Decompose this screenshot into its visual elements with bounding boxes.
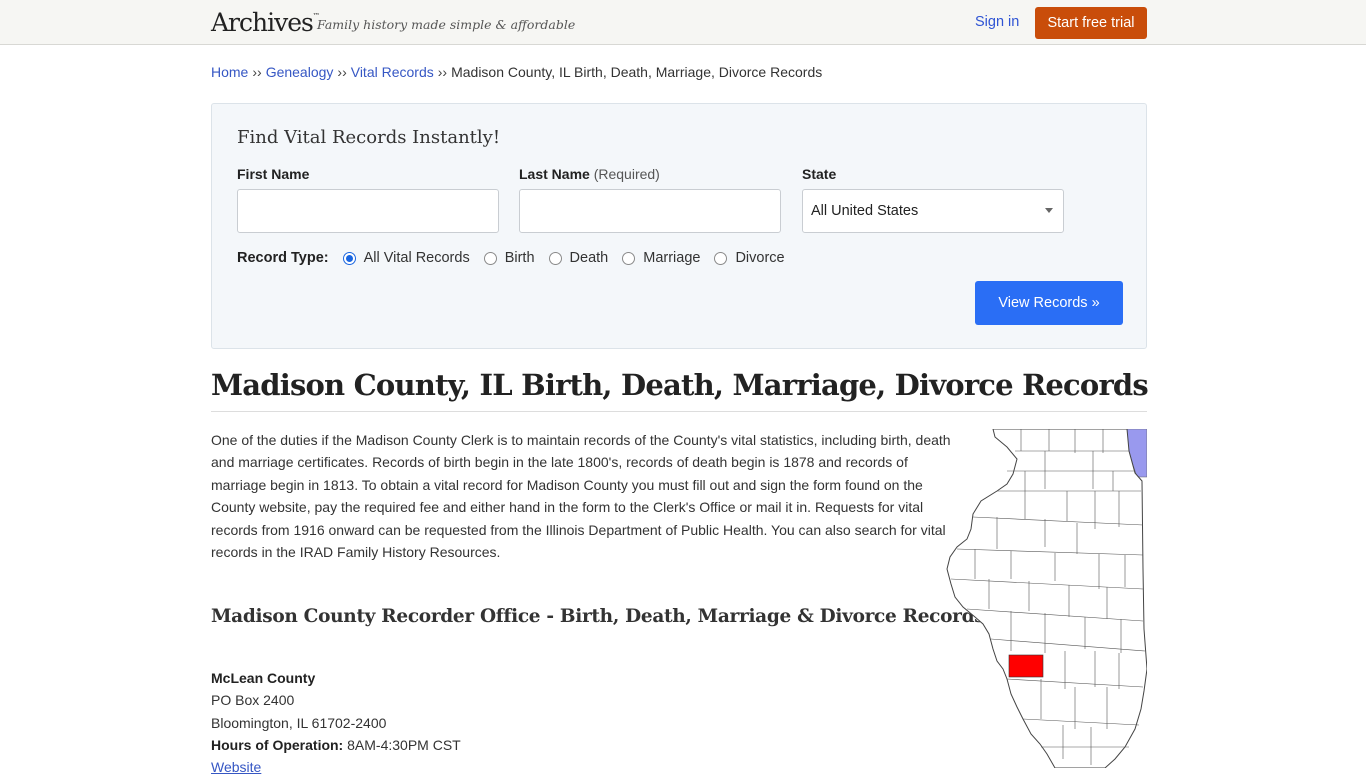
sign-in-link[interactable]: Sign in bbox=[975, 14, 1019, 30]
chevron-down-icon bbox=[1045, 208, 1053, 213]
madison-county-highlight bbox=[1008, 654, 1044, 678]
radio-label: Marriage bbox=[643, 250, 701, 266]
radio-birth[interactable]: Birth bbox=[483, 250, 535, 266]
site-tagline: Family history made simple & affordable bbox=[317, 17, 576, 32]
breadcrumb-home[interactable]: Home bbox=[211, 64, 248, 80]
record-type-group: Record Type: All Vital Records Birth Dea… bbox=[237, 250, 799, 266]
office-address-line1: PO Box 2400 bbox=[211, 692, 295, 709]
breadcrumb-separator: ›› bbox=[437, 64, 448, 80]
radio-label: Death bbox=[569, 250, 609, 266]
intro-paragraph: One of the duties if the Madison County … bbox=[211, 432, 951, 561]
state-selected-value: All United States bbox=[811, 203, 919, 219]
radio-unchecked-icon[interactable] bbox=[714, 251, 728, 265]
radio-label: Birth bbox=[504, 250, 535, 266]
breadcrumb-current: Madison County, IL Birth, Death, Marriag… bbox=[451, 64, 823, 80]
office-name: McLean County bbox=[211, 670, 316, 686]
illinois-county-map bbox=[946, 429, 1147, 768]
page-title: Madison County, IL Birth, Death, Marriag… bbox=[211, 368, 1149, 402]
radio-death[interactable]: Death bbox=[548, 250, 609, 266]
radio-unchecked-icon[interactable] bbox=[548, 251, 562, 265]
last-name-label-text: Last Name bbox=[519, 166, 590, 182]
view-records-button[interactable]: View Records » bbox=[975, 281, 1123, 325]
search-panel: Find Vital Records Instantly! First Name… bbox=[211, 103, 1147, 349]
radio-unchecked-icon[interactable] bbox=[483, 251, 497, 265]
office-hours: Hours of Operation: 8AM-4:30PM CST bbox=[211, 734, 461, 756]
office-address-line2: Bloomington, IL 61702-2400 bbox=[211, 714, 387, 731]
search-title: Find Vital Records Instantly! bbox=[237, 127, 501, 148]
office-heading: Madison County Recorder Office - Birth, … bbox=[211, 606, 985, 627]
office-website-link[interactable]: Website bbox=[211, 759, 261, 775]
title-divider bbox=[211, 411, 1147, 412]
breadcrumb-separator: ›› bbox=[252, 64, 262, 80]
radio-marriage[interactable]: Marriage bbox=[622, 250, 700, 266]
breadcrumb-separator: ›› bbox=[337, 64, 347, 80]
start-free-trial-button[interactable]: Start free trial bbox=[1035, 7, 1147, 39]
radio-all-vital-records[interactable]: All Vital Records bbox=[342, 250, 470, 266]
last-name-label: Last Name (Required) bbox=[519, 166, 660, 182]
required-note: (Required) bbox=[593, 166, 660, 182]
breadcrumb-genealogy[interactable]: Genealogy bbox=[266, 64, 334, 80]
radio-label: All Vital Records bbox=[363, 250, 470, 266]
last-name-input[interactable] bbox=[519, 189, 781, 233]
hours-value: 8AM-4:30PM CST bbox=[347, 736, 461, 753]
breadcrumb-vital-records[interactable]: Vital Records bbox=[351, 64, 434, 80]
record-type-label: Record Type: bbox=[237, 250, 329, 266]
state-label: State bbox=[802, 166, 837, 182]
radio-checked-icon[interactable] bbox=[342, 251, 356, 265]
logo-text: Archives bbox=[211, 8, 314, 37]
first-name-label: First Name bbox=[237, 166, 310, 182]
office-details: McLean County PO Box 2400 Bloomington, I… bbox=[211, 667, 461, 778]
radio-label: Divorce bbox=[735, 250, 785, 266]
radio-divorce[interactable]: Divorce bbox=[714, 250, 785, 266]
hours-label: Hours of Operation: bbox=[211, 736, 344, 753]
radio-unchecked-icon[interactable] bbox=[622, 251, 636, 265]
state-outline bbox=[946, 429, 1147, 768]
state-select[interactable]: All United States bbox=[802, 189, 1064, 233]
site-header: Archives™ Family history made simple & a… bbox=[0, 0, 1366, 45]
breadcrumb: Home ›› Genealogy ›› Vital Records ›› Madison … bbox=[211, 64, 822, 80]
site-logo[interactable]: Archives™ bbox=[211, 8, 320, 37]
first-name-input[interactable] bbox=[237, 189, 499, 233]
